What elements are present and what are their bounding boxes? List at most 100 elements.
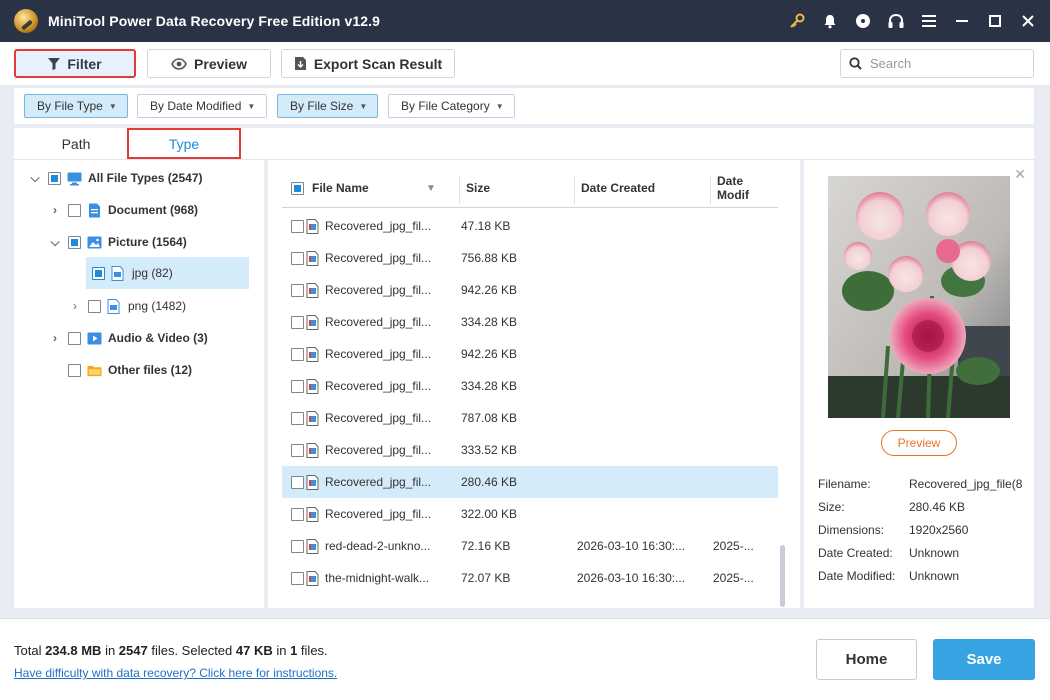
chevron-down-icon[interactable]: ⌵ xyxy=(48,235,62,250)
save-button[interactable]: Save xyxy=(933,639,1035,680)
search-input[interactable] xyxy=(870,56,1020,71)
sort-down-icon[interactable]: ▼ xyxy=(426,168,436,208)
tree-item-other-files[interactable]: Other files (12) xyxy=(62,355,192,385)
file-row[interactable]: Recovered_jpg_fil... 942.26 KB xyxy=(282,274,778,306)
file-row[interactable]: Recovered_jpg_fil... 333.52 KB xyxy=(282,434,778,466)
dimensions-value: 1920x2560 xyxy=(909,522,969,537)
file-row-checkbox[interactable] xyxy=(291,379,304,393)
chevron-down-icon[interactable]: ⌵ xyxy=(28,171,42,186)
tab-path[interactable]: Path xyxy=(44,128,108,160)
select-all[interactable] xyxy=(285,168,310,208)
search-box[interactable] xyxy=(840,49,1034,78)
checkbox-all-file-types[interactable] xyxy=(48,171,61,185)
file-row[interactable]: Recovered_jpg_fil... 756.88 KB xyxy=(282,242,778,274)
file-row-checkbox[interactable] xyxy=(291,475,304,489)
help-link[interactable]: Have difficulty with data recovery? Clic… xyxy=(14,666,337,680)
key-icon[interactable] xyxy=(780,0,813,42)
image-file-icon xyxy=(306,218,319,234)
by-file-size-dropdown[interactable]: By File Size ▼ xyxy=(277,94,378,118)
close-preview-icon[interactable]: ✕ xyxy=(1014,166,1026,183)
by-file-type-dropdown[interactable]: By File Type ▼ xyxy=(24,94,128,118)
file-row-checkbox[interactable] xyxy=(291,539,304,553)
file-date-created xyxy=(577,210,705,242)
file-date-modified xyxy=(713,498,775,530)
file-size: 334.28 KB xyxy=(461,379,518,393)
file-date-modified xyxy=(713,466,775,498)
file-name: Recovered_jpg_fil... xyxy=(325,443,432,457)
checkbox-jpg[interactable] xyxy=(92,266,105,280)
file-date-created: 2026-03-10 16:30:... xyxy=(577,539,686,553)
checkbox-png[interactable] xyxy=(88,299,101,313)
column-file-name[interactable]: File Name xyxy=(312,168,369,208)
jpg-file-icon xyxy=(111,265,126,281)
file-row[interactable]: Recovered_jpg_fil... 334.28 KB xyxy=(282,370,778,402)
file-size: 322.00 KB xyxy=(461,507,518,521)
column-date-modified[interactable]: Date Modif xyxy=(717,168,778,208)
file-row-checkbox[interactable] xyxy=(291,571,304,585)
chevron-right-icon[interactable]: › xyxy=(48,331,62,345)
tree-item-png[interactable]: › png (1482) xyxy=(68,291,186,321)
file-row-checkbox[interactable] xyxy=(291,315,304,329)
file-row-checkbox[interactable] xyxy=(291,347,304,361)
file-row-checkbox[interactable] xyxy=(291,251,304,265)
file-row[interactable]: the-midnight-walk... 72.07 KB 2026-03-10 1… xyxy=(282,562,778,594)
file-row-checkbox[interactable] xyxy=(291,219,304,233)
info-date-modified: Date Modified: Unknown xyxy=(818,564,1029,587)
file-date-modified: 2025-... xyxy=(713,539,754,553)
disc-icon[interactable] xyxy=(846,0,879,42)
tab-type[interactable]: Type xyxy=(127,128,241,159)
file-row[interactable]: Recovered_jpg_fil... 280.46 KB xyxy=(282,466,778,498)
file-row-checkbox[interactable] xyxy=(291,507,304,521)
filter-button[interactable]: Filter xyxy=(14,49,136,78)
file-row[interactable]: red-dead-2-unkno... 72.16 KB 2026-03-10 16… xyxy=(282,530,778,562)
by-file-category-dropdown[interactable]: By File Category ▼ xyxy=(388,94,515,118)
export-label: Export Scan Result xyxy=(313,55,443,72)
eye-icon xyxy=(171,57,187,70)
tree-item-audio-video[interactable]: › Audio & Video (3) xyxy=(48,323,208,353)
export-scan-result-button[interactable]: Export Scan Result xyxy=(281,49,455,78)
checkbox-select-all[interactable] xyxy=(291,181,304,195)
column-size[interactable]: Size xyxy=(466,168,490,208)
export-icon xyxy=(294,57,306,70)
checkbox-picture[interactable] xyxy=(68,235,81,249)
checkbox-document[interactable] xyxy=(68,203,81,217)
tree-item-picture[interactable]: ⌵ Picture (1564) xyxy=(48,227,186,257)
filter-label: Filter xyxy=(67,55,102,72)
file-row-checkbox[interactable] xyxy=(291,443,304,457)
checkbox-audio-video[interactable] xyxy=(68,331,81,345)
tree-item-all-file-types[interactable]: ⌵ All File Types (2547) xyxy=(28,163,203,193)
home-button[interactable]: Home xyxy=(816,639,917,680)
close-icon[interactable] xyxy=(1011,0,1044,42)
file-row[interactable]: Recovered_jpg_fil... 47.18 KB xyxy=(282,210,778,242)
headset-icon[interactable] xyxy=(879,0,912,42)
maximize-icon[interactable] xyxy=(978,0,1011,42)
file-date-created xyxy=(577,274,705,306)
tree-label-png: png (1482) xyxy=(128,299,187,313)
file-row-checkbox[interactable] xyxy=(291,283,304,297)
file-row-checkbox[interactable] xyxy=(291,411,304,425)
preview-toolbar-button[interactable]: Preview xyxy=(147,49,271,78)
file-row[interactable]: Recovered_jpg_fil... 322.00 KB xyxy=(282,498,778,530)
tree-item-document[interactable]: › Document (968) xyxy=(48,195,198,225)
date-modified-value: Unknown xyxy=(909,568,960,583)
preview-button[interactable]: Preview xyxy=(881,430,957,456)
file-row[interactable]: Recovered_jpg_fil... 942.26 KB xyxy=(282,338,778,370)
tree-item-jpg[interactable]: jpg (82) xyxy=(86,257,249,289)
menu-icon[interactable] xyxy=(912,0,945,42)
view-tabs: Path Type xyxy=(14,128,1034,160)
bell-icon[interactable] xyxy=(813,0,846,42)
file-size: 72.16 KB xyxy=(461,539,511,553)
file-row[interactable]: Recovered_jpg_fil... 334.28 KB xyxy=(282,306,778,338)
file-date-modified xyxy=(713,338,775,370)
minimize-icon[interactable] xyxy=(945,0,978,42)
info-dimensions: Dimensions: 1920x2560 xyxy=(818,518,1029,541)
title-bar: MiniTool Power Data Recovery Free Editio… xyxy=(0,0,1050,42)
chevron-right-icon[interactable]: › xyxy=(48,203,62,217)
info-filename: Filename: Recovered_jpg_file(8 xyxy=(818,472,1029,495)
column-date-created[interactable]: Date Created xyxy=(581,168,655,208)
vertical-scrollbar[interactable] xyxy=(780,545,785,607)
chevron-right-icon[interactable]: › xyxy=(68,299,82,313)
file-row[interactable]: Recovered_jpg_fil... 787.08 KB xyxy=(282,402,778,434)
by-date-modified-dropdown[interactable]: By Date Modified ▼ xyxy=(137,94,267,118)
checkbox-other-files[interactable] xyxy=(68,363,81,377)
